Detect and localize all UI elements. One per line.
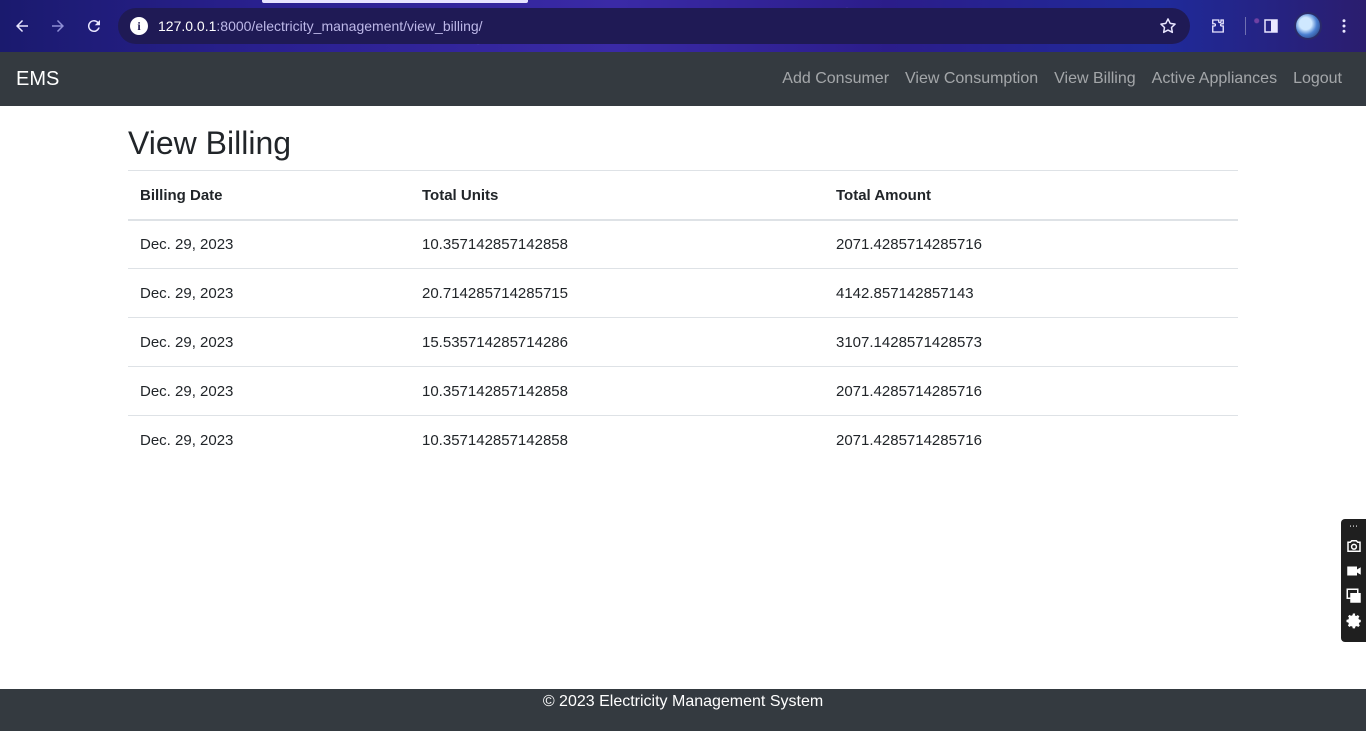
camera-icon[interactable] [1344, 536, 1364, 556]
table-row: Dec. 29, 2023 20.714285714285715 4142.85… [128, 268, 1238, 318]
cell-total-units: 10.357142857142858 [410, 366, 824, 416]
column-header-total-amount: Total Amount [824, 170, 1238, 221]
cell-billing-date: Dec. 29, 2023 [128, 317, 410, 367]
arrow-right-icon [52, 20, 64, 32]
site-info-icon[interactable]: i [130, 17, 148, 35]
url-path: :8000/electricity_management/view_billin… [216, 18, 483, 34]
screens-icon[interactable] [1344, 586, 1364, 606]
page-title: View Billing [128, 125, 292, 161]
column-header-billing-date: Billing Date [128, 170, 410, 221]
cell-billing-date: Dec. 29, 2023 [128, 219, 410, 269]
reload-icon [87, 20, 100, 33]
column-header-total-units: Total Units [410, 170, 824, 221]
video-camera-icon[interactable] [1344, 561, 1364, 581]
active-tab-indicator [262, 0, 528, 3]
cell-total-amount: 4142.857142857143 [824, 268, 1238, 318]
kebab-menu-icon [1342, 19, 1346, 33]
url-host: 127.0.0.1 [158, 18, 217, 34]
table-row: Dec. 29, 2023 10.357142857142858 2071.42… [128, 219, 1238, 269]
toolbar-divider [1245, 17, 1246, 35]
browser-toolbar: i 127.0.0.1:8000/electricity_management/… [0, 0, 1366, 52]
site-footer: © 2023 Electricity Management System [0, 689, 1366, 731]
puzzle-icon [1212, 19, 1224, 33]
cell-total-amount: 2071.4285714285716 [824, 415, 1238, 465]
back-button[interactable] [8, 12, 36, 40]
nav-link-view-billing[interactable]: View Billing [1046, 70, 1144, 88]
arrow-left-icon [16, 20, 28, 32]
site-navbar: EMS Add Consumer View Consumption View B… [0, 52, 1366, 106]
cell-total-units: 20.714285714285715 [410, 268, 824, 318]
table-row: Dec. 29, 2023 10.357142857142858 2071.42… [128, 366, 1238, 416]
nav-link-logout[interactable]: Logout [1285, 70, 1350, 88]
reload-button[interactable] [80, 12, 108, 40]
cell-total-units: 10.357142857142858 [410, 219, 824, 269]
address-bar[interactable]: i 127.0.0.1:8000/electricity_management/… [118, 8, 1190, 44]
nav-link-add-consumer[interactable]: Add Consumer [774, 70, 897, 88]
side-panel-icon [1264, 19, 1278, 33]
main-content: View Billing Billing Date Total Units To… [128, 106, 1238, 465]
cell-billing-date: Dec. 29, 2023 [128, 415, 410, 465]
extensions-button[interactable] [1206, 14, 1230, 38]
side-panel-button[interactable] [1259, 14, 1283, 38]
cell-total-amount: 2071.4285714285716 [824, 219, 1238, 269]
brand-logo-link[interactable]: EMS [16, 68, 59, 91]
screen-recorder-widget: ⋯ [1341, 519, 1366, 642]
nav-links: Add Consumer View Consumption View Billi… [774, 70, 1350, 88]
cell-billing-date: Dec. 29, 2023 [128, 366, 410, 416]
forward-button[interactable] [44, 12, 72, 40]
table-row: Dec. 29, 2023 15.535714285714286 3107.14… [128, 317, 1238, 367]
billing-table: Billing Date Total Units Total Amount De… [128, 170, 1238, 465]
bookmark-star-icon[interactable] [1158, 16, 1178, 36]
cell-total-amount: 2071.4285714285716 [824, 366, 1238, 416]
cell-total-units: 15.535714285714286 [410, 317, 824, 367]
footer-copyright: © 2023 Electricity Management System [542, 693, 824, 710]
browser-menu-button[interactable] [1332, 14, 1356, 38]
table-header-row: Billing Date Total Units Total Amount [128, 170, 1238, 221]
settings-gear-icon[interactable] [1344, 611, 1364, 631]
cell-total-amount: 3107.1428571428573 [824, 317, 1238, 367]
nav-link-active-appliances[interactable]: Active Appliances [1144, 70, 1285, 88]
table-row: Dec. 29, 2023 10.357142857142858 2071.42… [128, 415, 1238, 465]
profile-avatar[interactable] [1294, 12, 1322, 40]
widget-drag-handle[interactable]: ⋯ [1349, 521, 1358, 531]
url-text[interactable]: 127.0.0.1:8000/electricity_management/vi… [158, 18, 483, 34]
nav-link-view-consumption[interactable]: View Consumption [897, 70, 1046, 88]
cell-total-units: 10.357142857142858 [410, 415, 824, 465]
cell-billing-date: Dec. 29, 2023 [128, 268, 410, 318]
